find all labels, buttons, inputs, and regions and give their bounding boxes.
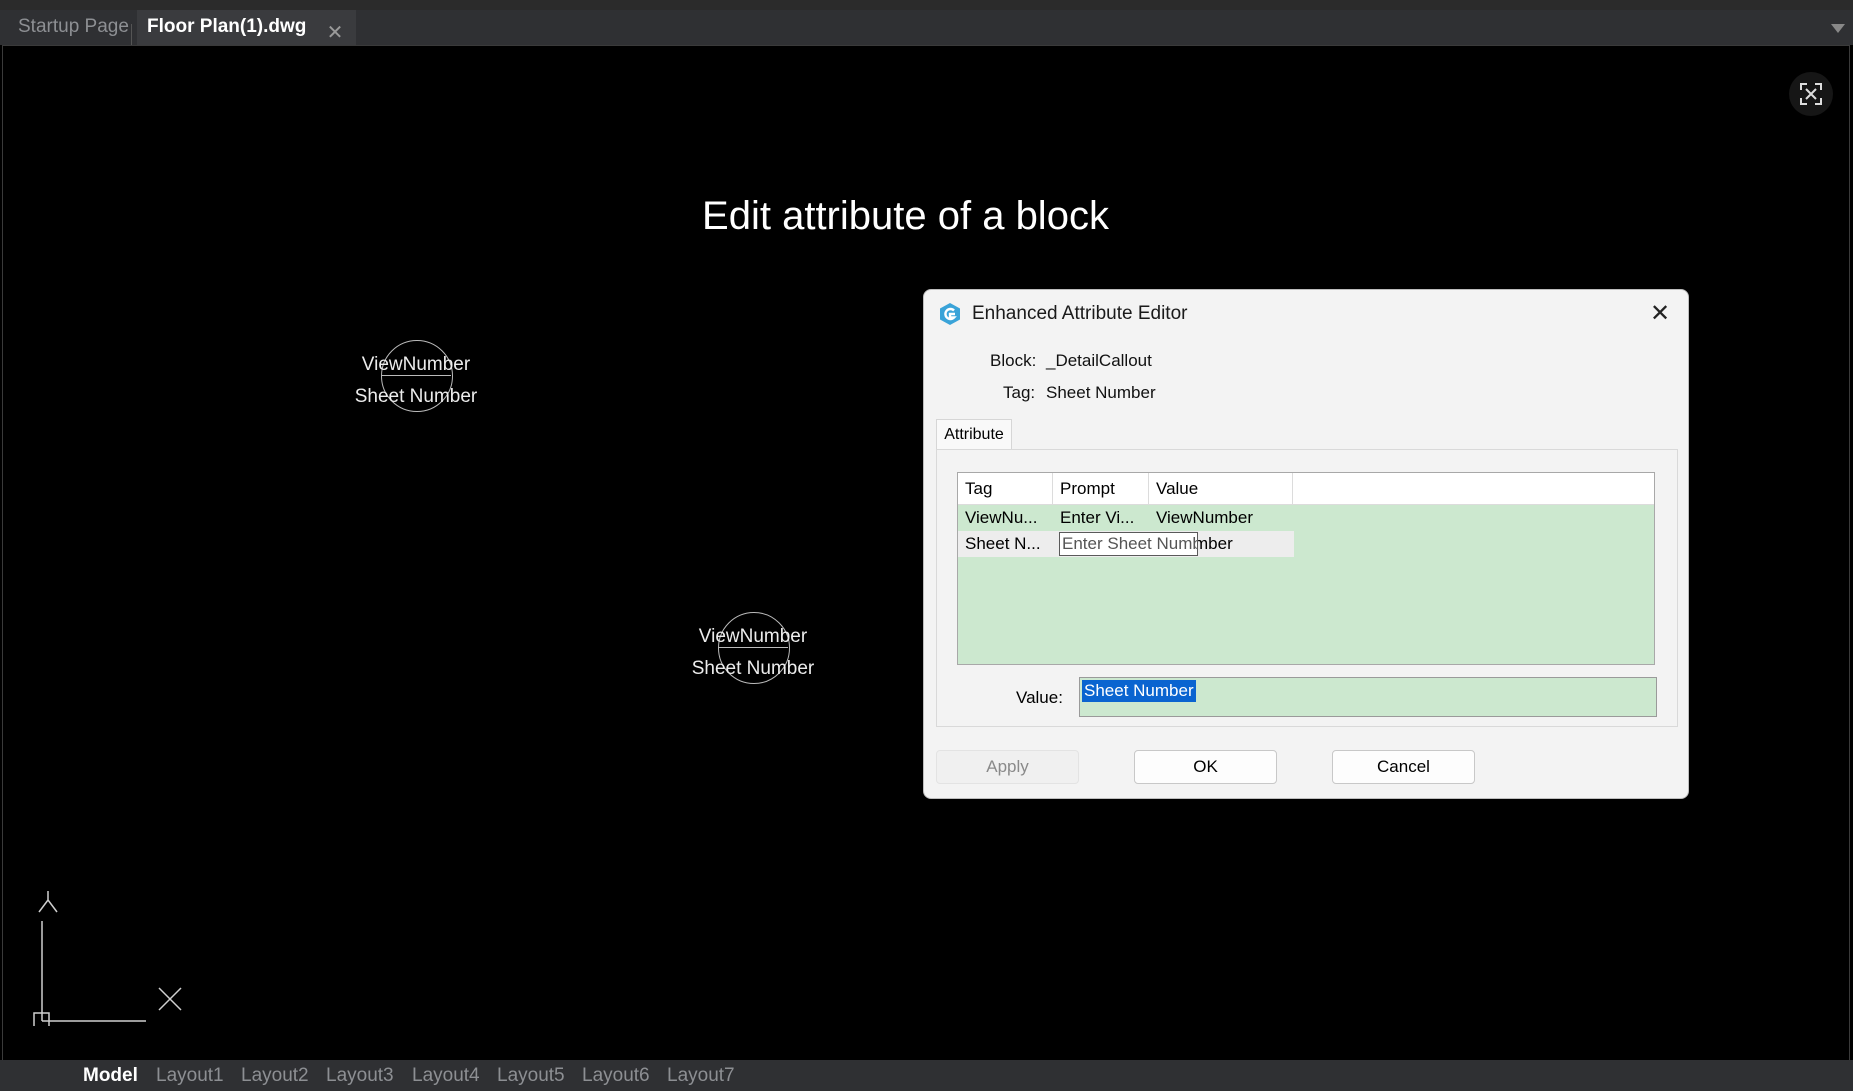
layout-tab-layout1[interactable]: Layout1: [156, 1060, 224, 1091]
block-label: Block:: [990, 351, 1037, 370]
tab-list-dropdown-icon[interactable]: [1831, 24, 1845, 33]
value-input[interactable]: Sheet Number: [1079, 677, 1657, 717]
block-attribute-sheetnumber[interactable]: Sheet Number: [336, 386, 496, 408]
block-attribute-sheetnumber[interactable]: Sheet Number: [673, 658, 833, 680]
tab-attribute[interactable]: Attribute: [936, 419, 1012, 451]
table-row[interactable]: ViewNu... Enter Vi... ViewNumber: [958, 505, 1294, 531]
close-icon[interactable]: ✕: [1640, 294, 1680, 334]
layout-tab-layout7[interactable]: Layout7: [667, 1060, 735, 1091]
cell-value: mber: [1194, 534, 1233, 553]
layout-tab-layout2[interactable]: Layout2: [241, 1060, 309, 1091]
exit-fullscreen-button[interactable]: [1789, 72, 1833, 116]
document-tab-bar: Startup Page Floor Plan(1).dwg ✕: [0, 10, 1853, 46]
block-attribute-viewnumber[interactable]: ViewNumber: [336, 354, 496, 376]
app-logo-icon: [940, 303, 960, 325]
tab-startup-page[interactable]: Startup Page: [8, 10, 139, 45]
layout-tab-layout6[interactable]: Layout6: [582, 1060, 650, 1091]
layout-tab-bar: Model Layout1 Layout2 Layout3 Layout4 La…: [0, 1060, 1853, 1091]
block-value: _DetailCallout: [1046, 351, 1152, 370]
cell-value: ViewNumber: [1156, 508, 1254, 527]
drawing-title-text: Edit attribute of a block: [702, 194, 1109, 238]
prompt-inline-edit-field[interactable]: Enter Sheet Number: [1059, 532, 1198, 556]
layout-tab-model[interactable]: Model: [83, 1060, 138, 1091]
attribute-table[interactable]: Tag Prompt Value ViewNu... Enter Vi... V…: [957, 472, 1655, 665]
block-attribute-viewnumber[interactable]: ViewNumber: [673, 626, 833, 648]
layout-tab-layout3[interactable]: Layout3: [326, 1060, 394, 1091]
tab-separator: [131, 24, 132, 46]
exit-fullscreen-icon: [1800, 83, 1822, 105]
dialog-title: Enhanced Attribute Editor: [972, 303, 1188, 324]
layout-tab-layout4[interactable]: Layout4: [412, 1060, 480, 1091]
cell-prompt: Enter Vi...: [1060, 508, 1135, 527]
value-label: Value:: [1016, 688, 1063, 707]
cancel-button[interactable]: Cancel: [1332, 750, 1475, 784]
cell-tag: Sheet N...: [965, 534, 1041, 553]
table-header: Tag Prompt Value: [958, 473, 1654, 505]
enhanced-attribute-editor-dialog: Enhanced Attribute Editor ✕ Block: _Deta…: [923, 289, 1689, 799]
window-top-strip: [0, 0, 1853, 10]
close-tab-icon[interactable]: ✕: [322, 20, 348, 46]
table-row-selected[interactable]: Sheet N... mber Enter Sheet Number: [958, 531, 1294, 557]
tag-label: Tag:: [1003, 383, 1036, 402]
column-header-tag[interactable]: Tag: [958, 473, 1053, 504]
tag-value: Sheet Number: [1046, 383, 1156, 402]
apply-button[interactable]: Apply: [936, 750, 1079, 784]
ucs-icon: [33, 891, 182, 1026]
column-header-prompt[interactable]: Prompt: [1053, 473, 1149, 504]
value-input-text: Sheet Number: [1082, 680, 1196, 702]
cell-tag: ViewNu...: [965, 508, 1038, 527]
column-header-value[interactable]: Value: [1149, 473, 1293, 504]
layout-tab-layout5[interactable]: Layout5: [497, 1060, 565, 1091]
ok-button[interactable]: OK: [1134, 750, 1277, 784]
